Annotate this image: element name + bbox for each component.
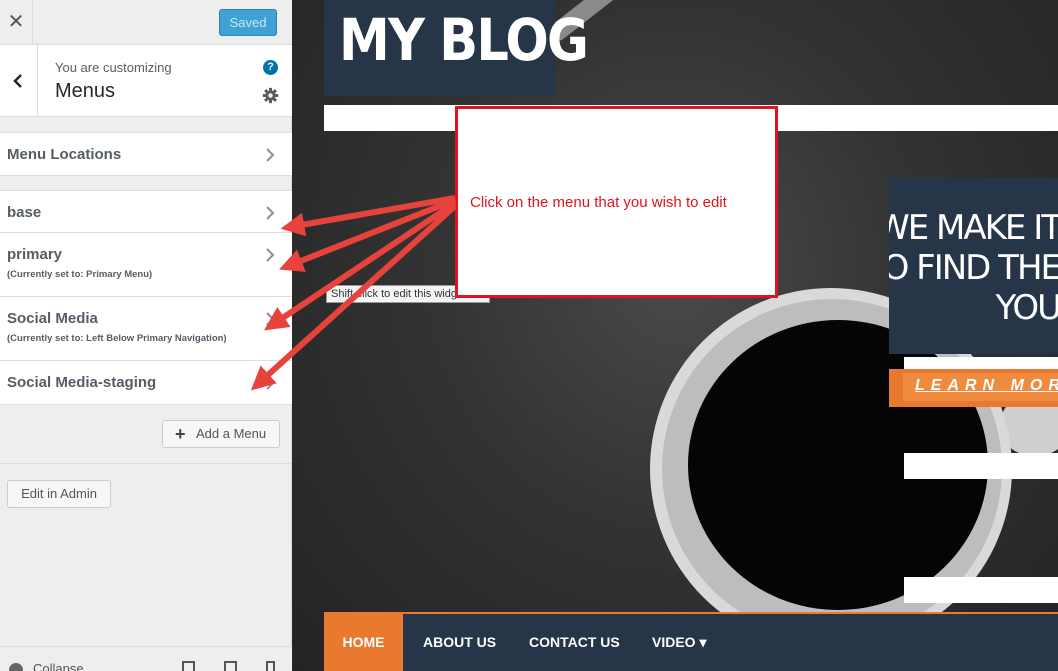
hero-text: WE MAKE IT TO FIND THE YOU <box>889 208 1058 328</box>
add-menu-label: Add a Menu <box>196 426 267 441</box>
hero-line: WE MAKE IT <box>889 208 1058 248</box>
learn-more-label: LEARN MORE <box>915 377 1058 394</box>
row-title: Social Media-staging <box>7 374 157 391</box>
desktop-preview-icon[interactable] <box>182 661 195 671</box>
chevron-right-icon <box>266 148 275 162</box>
hero-line: YOU <box>995 288 1058 328</box>
menu-row-social-media-staging[interactable]: Social Media-staging <box>0 361 292 405</box>
row-title: Menu Locations <box>7 146 122 163</box>
widget-bar[interactable] <box>904 577 1058 603</box>
nav-item-home[interactable]: HOME <box>324 614 403 671</box>
sidebar-footer: Collapse <box>0 646 292 671</box>
tablet-preview-icon[interactable] <box>224 661 237 671</box>
collapse-label[interactable]: Collapse <box>33 661 84 671</box>
row-subtitle: (Currently set to: Left Below Primary Na… <box>7 333 227 344</box>
dropdown-arrow-icon: ▾ <box>699 634 707 650</box>
menu-locations-row[interactable]: Menu Locations <box>0 132 292 176</box>
nav-video-label: VIDEO <box>652 634 696 650</box>
blog-title[interactable]: MY BLOG <box>339 6 589 74</box>
close-icon[interactable]: ✕ <box>0 0 33 45</box>
nav-item-contact-us[interactable]: CONTACT US <box>529 614 620 671</box>
annotation-callout: Click on the menu that you wish to edit <box>455 106 778 298</box>
saved-button[interactable]: Saved <box>219 9 277 36</box>
section-header: You are customizing Menus <box>0 45 292 117</box>
widget-bar[interactable] <box>904 453 1058 479</box>
menu-row-primary[interactable]: primary (Currently set to: Primary Menu) <box>0 233 292 297</box>
collapse-icon[interactable] <box>9 663 23 671</box>
row-title: primary <box>7 246 63 263</box>
hero-banner: WE MAKE IT TO FIND THE YOU <box>889 178 1058 354</box>
chevron-right-icon <box>266 376 275 390</box>
back-button[interactable] <box>0 45 38 117</box>
help-icon[interactable]: ? <box>263 60 278 75</box>
row-subtitle: (Currently set to: Primary Menu) <box>7 269 153 280</box>
hero-line: TO FIND THE <box>889 248 1058 288</box>
row-title: base <box>7 204 42 221</box>
nav-item-about-us[interactable]: ABOUT US <box>423 614 496 671</box>
section-title: Menus <box>55 80 116 102</box>
chevron-right-icon <box>266 248 275 262</box>
callout-text: Click on the menu that you wish to edit <box>470 194 727 211</box>
customizer-sidebar: ✕ Saved You are customizing Menus ? Menu… <box>0 0 292 671</box>
plus-icon: + <box>175 424 186 444</box>
customizer-topbar: ✕ Saved <box>0 0 292 45</box>
edit-in-admin-button[interactable]: Edit in Admin <box>7 480 111 508</box>
chevron-right-icon <box>266 206 275 220</box>
menu-row-base[interactable]: base <box>0 190 292 233</box>
row-title: Social Media <box>7 310 98 327</box>
primary-navigation: HOME ABOUT US CONTACT US VIDEO ▾ <box>324 612 1058 671</box>
learn-more-button[interactable]: LEARN MORE <box>889 369 1058 407</box>
add-menu-button[interactable]: + Add a Menu <box>162 420 280 448</box>
chevron-right-icon <box>266 312 275 326</box>
gear-icon[interactable] <box>262 87 279 104</box>
menu-row-social-media[interactable]: Social Media (Currently set to: Left Bel… <box>0 297 292 361</box>
customizing-label: You are customizing <box>55 60 172 75</box>
chevron-left-icon <box>13 74 22 88</box>
hero-strip <box>904 357 1058 369</box>
mobile-preview-icon[interactable] <box>266 661 275 671</box>
nav-item-video[interactable]: VIDEO ▾ <box>652 614 707 671</box>
divider <box>0 463 292 464</box>
